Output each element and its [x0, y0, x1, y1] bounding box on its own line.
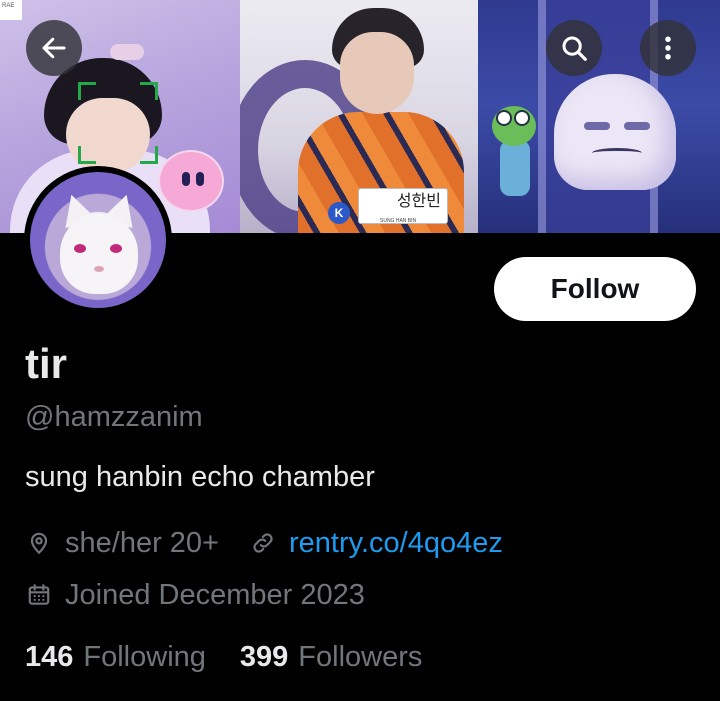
user-handle: @hamzzanim: [25, 401, 203, 433]
kirby-sticker: [158, 150, 224, 212]
profile-meta-row: Joined December 2023: [25, 578, 365, 612]
link-icon: [249, 529, 277, 557]
search-icon: [562, 36, 587, 61]
frog-sticker: [492, 106, 536, 146]
banner-panel-photo-2: K 성한빈 SUNG HAN BIN: [240, 0, 478, 233]
followers-link[interactable]: 399 Followers: [240, 640, 422, 674]
followers-label: Followers: [298, 641, 423, 673]
following-label: Following: [83, 641, 206, 673]
profile-meta-row: she/her 20+ rentry.co/4qo4ez: [25, 526, 503, 560]
banner-badge: RAE: [0, 0, 22, 20]
followers-count: 399: [239, 641, 289, 673]
avatar-image: [30, 172, 166, 308]
bio: sung hanbin echo chamber: [25, 461, 375, 493]
more-vertical-icon: [665, 36, 671, 60]
avatar[interactable]: [24, 166, 172, 314]
follow-button[interactable]: Follow: [494, 257, 696, 321]
follow-stats: 146 Following 399 Followers: [25, 640, 422, 674]
nametag-sub: SUNG HAN BIN: [380, 218, 417, 224]
search-button[interactable]: [546, 20, 602, 76]
location-pin-icon: [25, 529, 53, 557]
back-button[interactable]: [26, 20, 82, 76]
arrow-left-icon: [42, 37, 66, 59]
ghost-sticker: [554, 74, 676, 190]
more-button[interactable]: [640, 20, 696, 76]
calendar-icon: [25, 581, 53, 609]
display-name: tir: [25, 340, 67, 387]
website-link[interactable]: rentry.co/4qo4ez: [289, 526, 503, 560]
location-text: she/her 20+: [65, 527, 219, 559]
following-link[interactable]: 146 Following: [25, 640, 206, 674]
following-count: 146: [25, 641, 74, 673]
team-badge: K: [328, 202, 350, 224]
joined-date: Joined December 2023: [65, 579, 365, 611]
